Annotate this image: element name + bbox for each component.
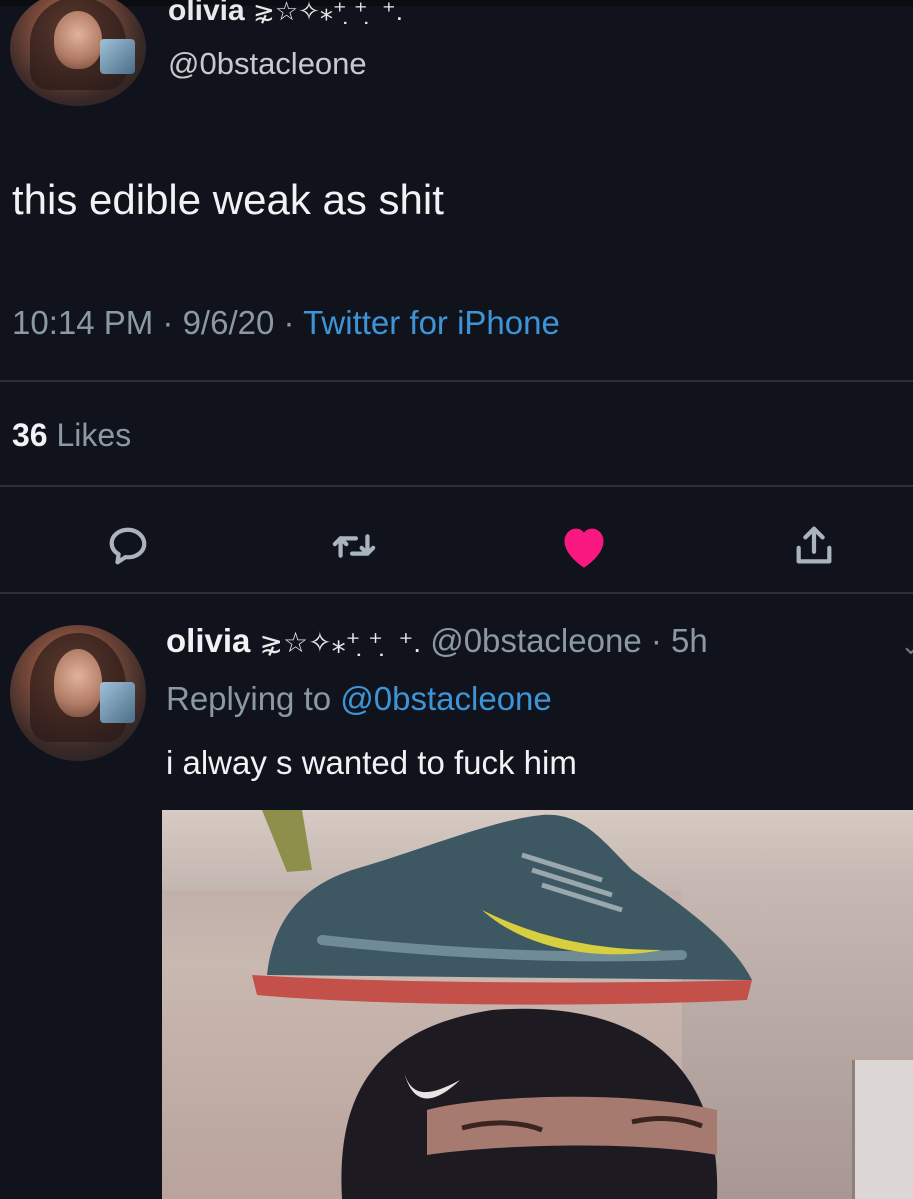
tweet-source-link[interactable]: Twitter for iPhone	[303, 304, 560, 341]
replying-mention-link[interactable]: @0bstacleone	[340, 680, 551, 717]
reply-time: 5h	[671, 622, 708, 659]
avatar-face	[53, 10, 103, 69]
replying-prefix: Replying to	[166, 680, 332, 717]
avatar-face	[53, 649, 103, 718]
reply-header[interactable]: olivia ⋧☆✧⁎⁺ ̣⁺ ̣ ⁺. @0bstacleone · 5h	[166, 622, 708, 660]
tweet-meta: 10:14 PM · 9/6/20 · Twitter for iPhone	[12, 304, 560, 342]
reply-button[interactable]	[100, 518, 156, 574]
meta-separator: ·	[274, 304, 304, 341]
avatar[interactable]	[10, 0, 146, 106]
tweet-text: this edible weak as shit	[12, 176, 444, 223]
meta-separator: ·	[153, 304, 183, 341]
avatar-phone	[99, 682, 136, 723]
divider	[0, 380, 913, 382]
avatar-phone	[99, 38, 136, 74]
divider	[0, 485, 913, 487]
status-strip	[0, 0, 913, 6]
author-display-name: olivia	[168, 0, 245, 27]
likes-label: Likes	[56, 417, 132, 453]
author-name-decoration: ⋧☆✧⁎⁺ ̣⁺ ̣ ⁺.	[253, 0, 403, 26]
reply-name-decoration: ⋧☆✧⁎⁺ ̣⁺ ̣ ⁺.	[259, 627, 422, 658]
photo-scene	[252, 810, 752, 1199]
reply-avatar[interactable]	[10, 625, 146, 761]
likes-stat[interactable]: 36 Likes	[12, 417, 131, 454]
meta-separator: ·	[641, 622, 672, 659]
share-icon	[796, 526, 832, 564]
tweet-time: 10:14 PM	[12, 304, 154, 341]
retweet-button[interactable]	[326, 518, 382, 574]
reply-handle: @0bstacleone	[430, 622, 642, 659]
divider	[0, 592, 913, 594]
reply-display-name: olivia	[166, 622, 251, 659]
tweet-date: 9/6/20	[182, 304, 275, 341]
reply-text: i alway s wanted to fuck him	[166, 744, 577, 781]
likes-count: 36	[12, 417, 48, 453]
more-chevron-icon[interactable]: ⌄	[900, 630, 913, 661]
author-name[interactable]: olivia ⋧☆✧⁎⁺ ̣⁺ ̣ ⁺.	[168, 0, 403, 28]
share-button[interactable]	[786, 518, 842, 574]
author-handle[interactable]: @0bstacleone	[168, 46, 367, 82]
reply-icon	[109, 527, 147, 565]
retweet-icon	[332, 534, 376, 558]
replying-to: Replying to @0bstacleone	[166, 680, 552, 718]
like-button[interactable]	[556, 518, 612, 574]
heart-icon	[564, 528, 604, 568]
reply-photo[interactable]	[162, 810, 913, 1199]
